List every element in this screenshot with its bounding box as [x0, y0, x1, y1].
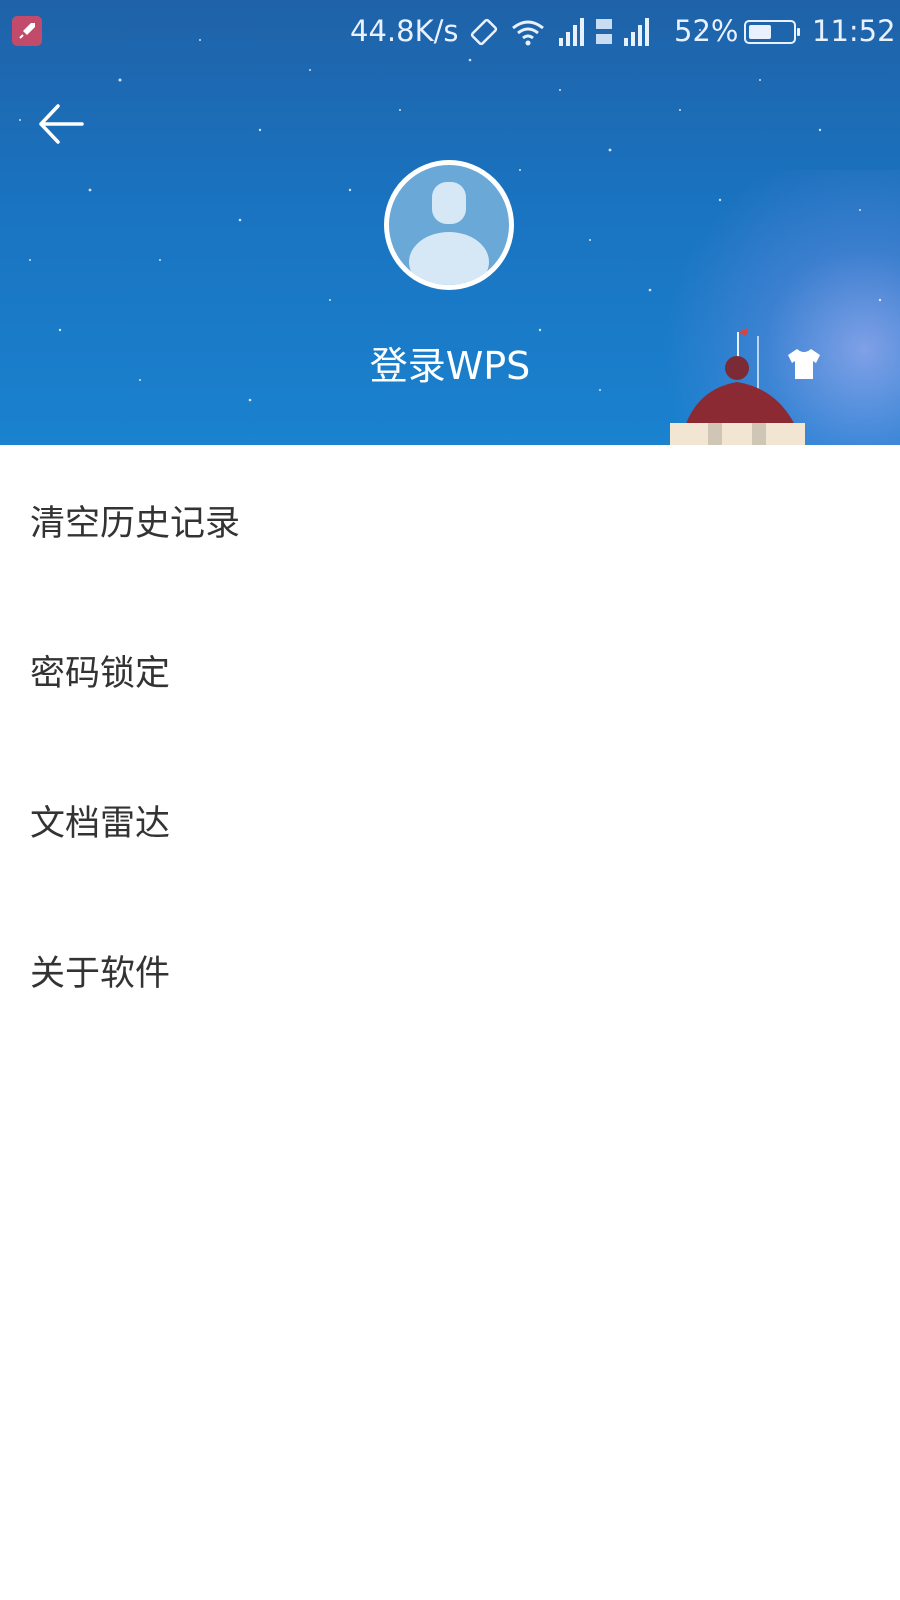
- profile-header: 44.8K/s 52% 11:52 登录WPS: [0, 0, 900, 445]
- menu-item-label: 密码锁定: [30, 653, 171, 694]
- menu-item-document-radar[interactable]: 文档雷达: [0, 745, 900, 895]
- menu-item-label: 文档雷达: [30, 803, 171, 844]
- battery-fill: [749, 25, 771, 39]
- status-time: 11:52: [812, 14, 896, 48]
- back-arrow-icon[interactable]: [36, 100, 86, 150]
- battery-icon: [744, 20, 800, 44]
- avatar[interactable]: [384, 160, 514, 290]
- net-speed: 44.8K/s: [350, 14, 459, 48]
- wifi-icon: [512, 20, 544, 46]
- tshirt-icon[interactable]: [784, 344, 824, 384]
- network-4g-2g-icon: [596, 18, 649, 46]
- app-rocket-icon: [12, 16, 42, 46]
- menu-item-label: 关于软件: [30, 953, 171, 994]
- rotate-icon: [470, 18, 498, 46]
- settings-menu: 清空历史记录 密码锁定 文档雷达 关于软件: [0, 445, 900, 1045]
- menu-item-clear-history[interactable]: 清空历史记录: [0, 445, 900, 595]
- signal-icon: [559, 18, 584, 46]
- status-bar: 44.8K/s 52% 11:52: [0, 0, 900, 64]
- default-user-icon: [409, 182, 489, 285]
- battery-percent: 52%: [674, 14, 739, 48]
- menu-item-about[interactable]: 关于软件: [0, 895, 900, 1045]
- menu-item-password-lock[interactable]: 密码锁定: [0, 595, 900, 745]
- menu-item-label: 清空历史记录: [30, 503, 241, 544]
